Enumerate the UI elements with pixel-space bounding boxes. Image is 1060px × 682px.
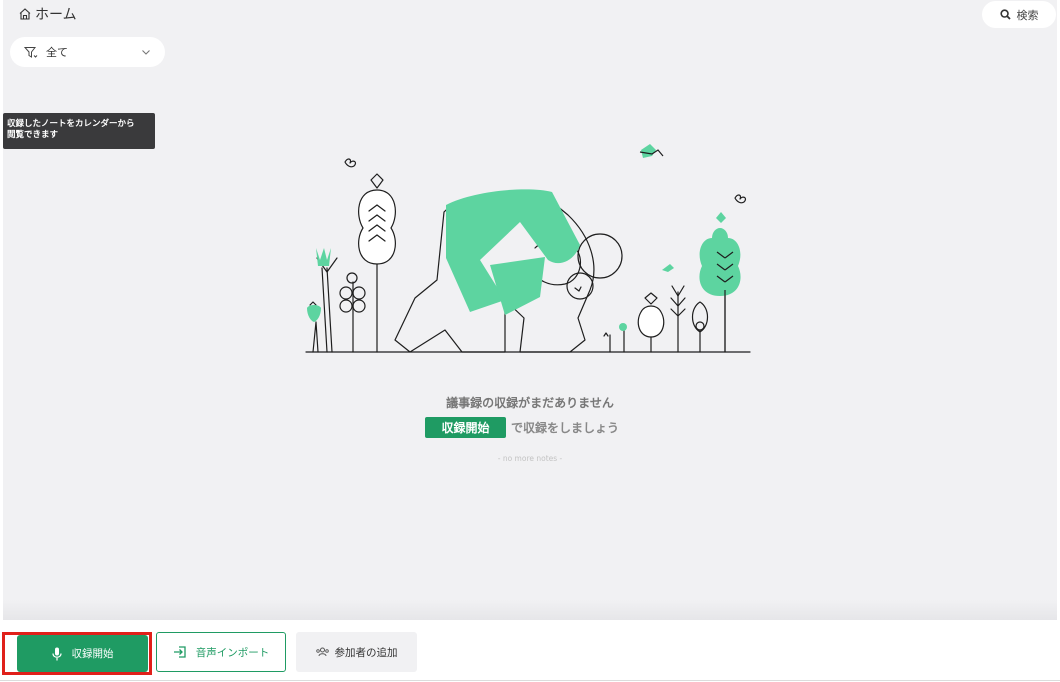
- microphone-icon: [51, 647, 62, 660]
- home-icon: [19, 8, 31, 20]
- home-label: ホーム: [35, 7, 77, 23]
- home-breadcrumb[interactable]: ホーム: [18, 4, 77, 24]
- filter-icon: [24, 46, 38, 58]
- inline-record-button[interactable]: 収録開始: [425, 417, 506, 438]
- content-bottom-shade: [3, 600, 1057, 620]
- add-participants-label: 参加者の追加: [334, 646, 398, 659]
- import-icon: [173, 646, 186, 658]
- audio-import-button[interactable]: 音声インポート: [156, 632, 286, 672]
- bottom-divider: [0, 680, 1060, 681]
- chevron-down-icon: [142, 49, 150, 55]
- filter-dropdown[interactable]: 全て: [10, 37, 165, 67]
- search-label: 検索: [1016, 8, 1039, 22]
- tooltip-line-1: 収録したノートをカレンダーから: [7, 119, 135, 129]
- tooltip-line-2: 閲覧できます: [7, 130, 59, 140]
- start-recording-label: 収録開始: [71, 648, 114, 660]
- no-more-notes-label: - no more notes -: [497, 454, 563, 463]
- calendar-tooltip: 収録したノートをカレンダーから 閲覧できます: [3, 113, 155, 149]
- people-icon: [315, 647, 329, 657]
- audio-import-label: 音声インポート: [195, 646, 270, 659]
- start-recording-button[interactable]: 収録開始: [17, 635, 148, 672]
- empty-state-illustration: [305, 144, 751, 353]
- empty-state-title: 議事録の収録がまだありません: [446, 396, 614, 410]
- search-button[interactable]: 検索: [982, 1, 1056, 28]
- add-participants-button[interactable]: 参加者の追加: [296, 632, 417, 672]
- search-icon: [999, 9, 1011, 20]
- filter-selected-label: 全て: [46, 46, 68, 59]
- empty-state-cta-text: で収録をしましょう: [511, 421, 620, 435]
- empty-state-cta: 収録開始 で収録をしましょう: [425, 417, 619, 438]
